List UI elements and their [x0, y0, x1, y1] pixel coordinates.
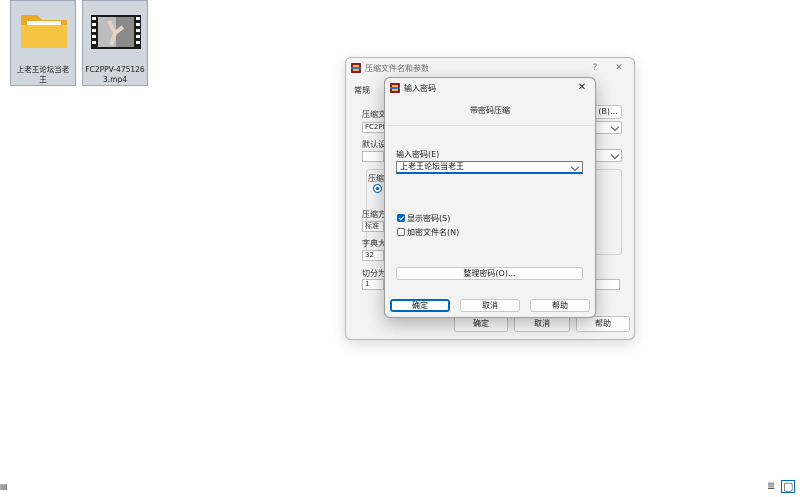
ok-button[interactable]: 确定: [390, 299, 450, 312]
tiles-view-icon[interactable]: ▢: [781, 480, 796, 493]
close-icon[interactable]: ✕: [612, 61, 626, 75]
details-view-icon[interactable]: ▤: [0, 482, 8, 491]
password-value: 上老王论坛当老王: [400, 162, 464, 171]
update-mode-dropdown[interactable]: [594, 149, 622, 162]
title-bar: 压缩文件名和参数 ? ✕: [346, 58, 634, 78]
organize-passwords-button[interactable]: 整理密码(O)...: [396, 267, 583, 280]
split-volume-field[interactable]: 1: [362, 279, 384, 290]
dialog-heading: 带密码压缩: [470, 106, 510, 115]
help-icon[interactable]: ?: [588, 61, 602, 75]
format-radio[interactable]: [373, 184, 382, 193]
winrar-app-icon: [351, 63, 361, 73]
archive-name-label: 压缩文: [362, 110, 386, 119]
chevron-down-icon: [610, 122, 620, 132]
compression-method-field[interactable]: 标准: [362, 221, 384, 232]
file-name: FC2PPV-475126 3.mp4: [85, 65, 145, 84]
cancel-button[interactable]: 取消: [514, 316, 570, 332]
close-icon[interactable]: ✕: [575, 81, 589, 95]
list-view-icon[interactable]: ≣: [767, 481, 775, 492]
show-password-checkbox[interactable]: [397, 214, 405, 222]
cancel-button[interactable]: 取消: [460, 299, 520, 312]
show-password-label: 显示密码(S): [407, 214, 451, 223]
help-button[interactable]: 帮助: [530, 299, 590, 312]
encrypt-filenames-label: 加密文件名(N): [407, 228, 460, 237]
folder-icon: [21, 15, 67, 48]
archive-name-dropdown[interactable]: [594, 121, 622, 134]
winrar-app-icon: [390, 83, 400, 93]
file-name: 上老王论坛当老 王: [16, 65, 70, 84]
desktop-file-folder[interactable]: 上老王论坛当老 王: [10, 0, 76, 86]
dialog-title: 压缩文件名和参数: [365, 64, 429, 73]
profile-field[interactable]: [362, 151, 384, 162]
video-thumbnail: [91, 15, 141, 49]
help-button[interactable]: 帮助: [576, 316, 630, 332]
ok-button[interactable]: 确定: [454, 316, 508, 332]
divider: [385, 125, 595, 126]
dictionary-size-label: 字典大: [362, 239, 386, 248]
archive-format-label: 压缩: [368, 174, 384, 183]
profile-label: 默认设: [362, 140, 386, 149]
password-dialog: 输入密码 ✕ 带密码压缩 输入密码(E) 上老王论坛当老王 显示密码(S) 加密…: [384, 77, 596, 318]
browse-button[interactable]: (B)...: [594, 105, 622, 119]
dictionary-size-field[interactable]: 32: [362, 250, 384, 261]
compression-method-label: 压缩方: [362, 210, 386, 219]
desktop-file-video[interactable]: FC2PPV-475126 3.mp4: [82, 0, 148, 86]
chevron-down-icon[interactable]: [570, 162, 580, 172]
tab-general[interactable]: 常规: [354, 85, 370, 96]
encrypt-filenames-checkbox[interactable]: [397, 228, 405, 236]
chevron-down-icon: [610, 150, 620, 160]
split-volume-unit[interactable]: [594, 279, 620, 290]
password-input[interactable]: 上老王论坛当老王: [396, 161, 583, 174]
split-volume-label: 切分为: [362, 269, 386, 278]
password-label: 输入密码(E): [396, 150, 440, 159]
dialog-title: 输入密码: [404, 84, 436, 93]
